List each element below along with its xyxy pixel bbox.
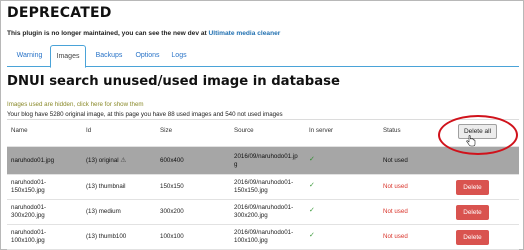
- cell-source: 2016/09/naruhodo01- 100x100.jpg: [234, 229, 293, 245]
- tab-logs[interactable]: Logs: [167, 45, 191, 67]
- column-header-size: Size: [160, 127, 173, 134]
- warning-icon: ⚠: [120, 157, 127, 164]
- column-header-name: Name: [11, 127, 28, 134]
- delete-button[interactable]: Delete: [456, 180, 489, 195]
- cell-source-line2: g: [234, 161, 238, 168]
- cell-id: (13) original ⚠: [86, 157, 126, 165]
- cell-name-line2: 300x200.jpg: [11, 212, 45, 219]
- ultimate-media-cleaner-link[interactable]: Ultimate media cleaner: [209, 30, 281, 37]
- check-icon: ✓: [309, 232, 315, 239]
- cell-status: Not used: [383, 208, 408, 215]
- column-header-id: Id: [86, 127, 92, 134]
- cell-name: naruhodo01.jpg: [11, 157, 55, 164]
- cell-id-text: (13) original: [86, 157, 119, 164]
- delete-button[interactable]: Delete: [456, 205, 489, 220]
- deprecated-title: DEPRECATED: [7, 5, 112, 21]
- table-row: naruhodo01- 100x100.jpg (13) thumb100 10…: [7, 225, 519, 250]
- column-header-source: Source: [234, 127, 254, 134]
- cell-source-line1: 2016/09/naruhodo01.jp: [234, 153, 298, 160]
- delete-all-button[interactable]: Delete all: [458, 124, 497, 139]
- table-row: naruhodo01- 150x150.jpg (13) thumbnail 1…: [7, 175, 519, 200]
- cell-status: Not used: [383, 183, 408, 190]
- cell-name: naruhodo01- 150x150.jpg: [11, 179, 46, 195]
- images-summary: Your blog have 5280 original image, at t…: [7, 111, 283, 118]
- table-row-original: naruhodo01.jpg (13) original ⚠ 600x400 2…: [7, 147, 519, 175]
- cell-source-line2: 100x100.jpg: [234, 237, 268, 244]
- check-icon: ✓: [309, 182, 315, 189]
- tab-bar: Warning Images Backups Options Logs: [7, 45, 519, 68]
- cell-id: (13) thumbnail: [86, 183, 126, 190]
- deprecation-notice: This plugin is no longer maintained, you…: [7, 30, 280, 37]
- cell-size: 300x200: [160, 208, 184, 215]
- column-header-status: Status: [383, 127, 401, 134]
- tab-options[interactable]: Options: [131, 45, 164, 67]
- table-header: Name Id Size Source In server Status Del…: [7, 120, 519, 147]
- cell-source: 2016/09/naruhodo01- 300x200.jpg: [234, 204, 293, 220]
- cell-source: 2016/09/naruhodo01.jp g: [234, 153, 298, 169]
- tab-backups[interactable]: Backups: [90, 45, 128, 67]
- cell-status: Not used: [383, 233, 408, 240]
- cell-status: Not used: [383, 157, 408, 164]
- cell-name-line1: naruhodo01-: [11, 204, 47, 211]
- column-header-in-server: In server: [309, 127, 334, 134]
- cell-source-line2: 300x200.jpg: [234, 212, 268, 219]
- cell-size: 100x100: [160, 233, 184, 240]
- cell-name-line1: naruhodo01-: [11, 229, 47, 236]
- cell-name-line2: 100x100.jpg: [11, 237, 45, 244]
- cell-name-line2: 150x150.jpg: [11, 187, 45, 194]
- tab-images[interactable]: Images: [50, 45, 86, 68]
- delete-button[interactable]: Delete: [456, 230, 489, 245]
- cell-name: naruhodo01- 100x100.jpg: [11, 229, 46, 245]
- cell-source: 2016/09/naruhodo01- 150x150.jpg: [234, 179, 293, 195]
- cell-size: 150x150: [160, 183, 184, 190]
- notice-text: This plugin is no longer maintained, you…: [7, 30, 209, 37]
- table-row: naruhodo01- 300x200.jpg (13) medium 300x…: [7, 200, 519, 225]
- cell-id: (13) thumb100: [86, 233, 127, 240]
- cell-name: naruhodo01- 300x200.jpg: [11, 204, 46, 220]
- cell-source-line1: 2016/09/naruhodo01-: [234, 179, 294, 186]
- show-used-images-link[interactable]: Images used are hidden, click here for s…: [7, 101, 144, 108]
- cell-size: 600x400: [160, 157, 184, 164]
- check-icon: ✓: [309, 207, 315, 214]
- cell-name-line1: naruhodo01-: [11, 179, 47, 186]
- cell-source-line1: 2016/09/naruhodo01-: [234, 229, 294, 236]
- images-table: Name Id Size Source In server Status Del…: [7, 119, 519, 250]
- page-title: DNUI search unused/used image in databas…: [7, 74, 340, 89]
- tab-warning[interactable]: Warning: [11, 45, 48, 67]
- check-icon: ✓: [309, 156, 315, 163]
- cell-id: (13) medium: [86, 208, 121, 215]
- cell-source-line2: 150x150.jpg: [234, 187, 268, 194]
- cell-source-line1: 2016/09/naruhodo01-: [234, 204, 294, 211]
